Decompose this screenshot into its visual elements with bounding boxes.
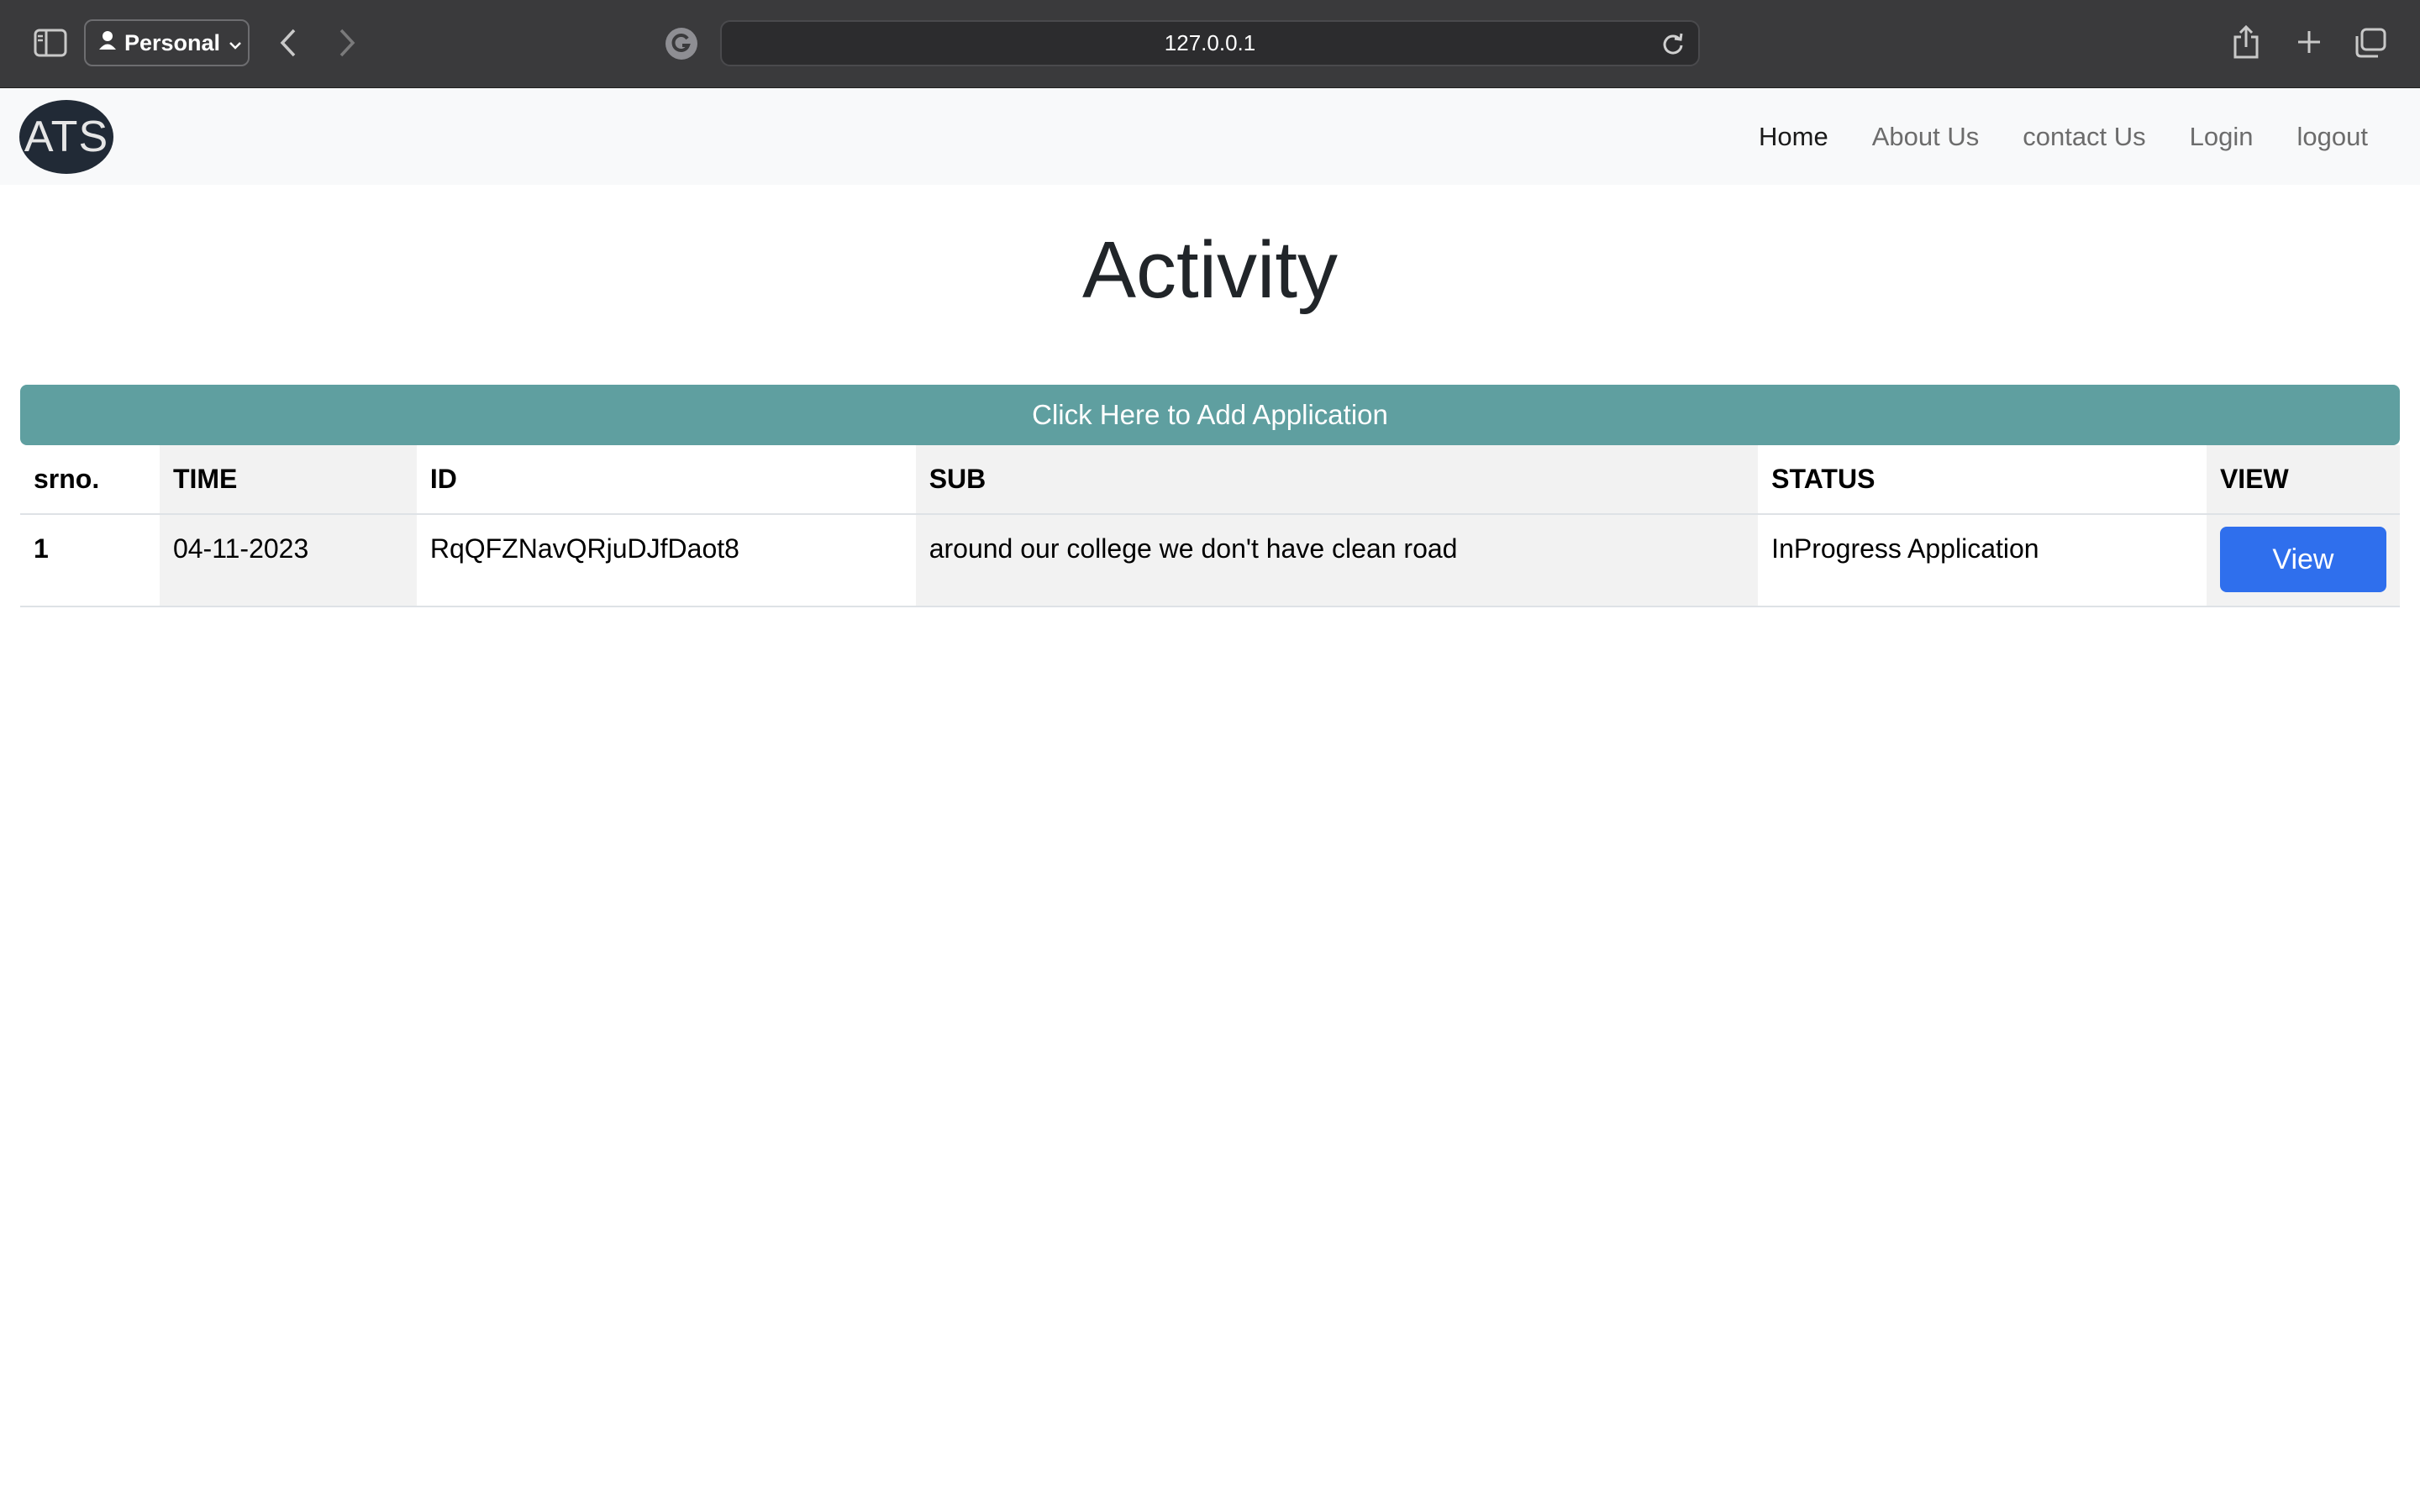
nav-link-about-us[interactable]: About Us [1872, 122, 1980, 152]
person-icon [99, 30, 116, 56]
nav-link-login[interactable]: Login [2190, 122, 2254, 152]
cell-status: InProgress Application [1758, 514, 2207, 607]
page-title: Activity [1081, 225, 1339, 315]
header-view: VIEW [2206, 445, 2400, 515]
reload-icon[interactable] [1660, 30, 1686, 57]
profile-button[interactable]: Personal [84, 19, 250, 66]
plus-icon[interactable] [2292, 25, 2326, 59]
grammarly-icon[interactable] [664, 26, 699, 61]
share-icon[interactable] [2230, 24, 2262, 60]
url-bar[interactable]: 127.0.0.1 [720, 20, 1700, 66]
nav-link-logout[interactable]: logout [2297, 122, 2368, 152]
view-button[interactable]: View [2219, 527, 2386, 592]
forward-arrow-icon[interactable] [333, 25, 361, 60]
header-status: STATUS [1758, 445, 2207, 515]
header-sub: SUB [915, 445, 1759, 515]
header-srno: srno. [20, 445, 160, 515]
cell-id: RqQFZNavQRjuDJfDaot8 [416, 514, 916, 607]
site-navbar: ATS Home About Us contact Us Login logou… [0, 88, 2420, 185]
nav-link-home[interactable]: Home [1759, 122, 1828, 152]
cell-view: View [2206, 514, 2400, 607]
cell-sub: around our college we don't have clean r… [915, 514, 1759, 607]
nav-links: Home About Us contact Us Login logout [1715, 88, 2368, 185]
browser-toolbar: Personal 127.0.0.1 [0, 0, 2420, 88]
chevron-down-icon [229, 30, 242, 56]
table-header-row: srno. TIME ID SUB STATUS VIEW [20, 445, 2400, 515]
header-id: ID [416, 445, 916, 515]
tab-overview-icon[interactable] [2353, 25, 2388, 60]
sidebar-toggle-icon[interactable] [32, 27, 69, 59]
site-logo[interactable]: ATS [19, 100, 113, 174]
table-row: 1 04-11-2023 RqQFZNavQRjuDJfDaot8 around… [20, 514, 2400, 607]
nav-link-contact-us[interactable]: contact Us [2023, 122, 2145, 152]
profile-label: Personal [124, 29, 221, 55]
cell-srno: 1 [20, 514, 160, 607]
cell-time: 04-11-2023 [159, 514, 417, 607]
header-time: TIME [159, 445, 417, 515]
applications-table: srno. TIME ID SUB STATUS VIEW 1 04-11-20… [20, 445, 2400, 607]
url-text: 127.0.0.1 [1164, 30, 1256, 55]
add-application-button[interactable]: Click Here to Add Application [20, 385, 2400, 445]
back-arrow-icon[interactable] [274, 25, 302, 60]
